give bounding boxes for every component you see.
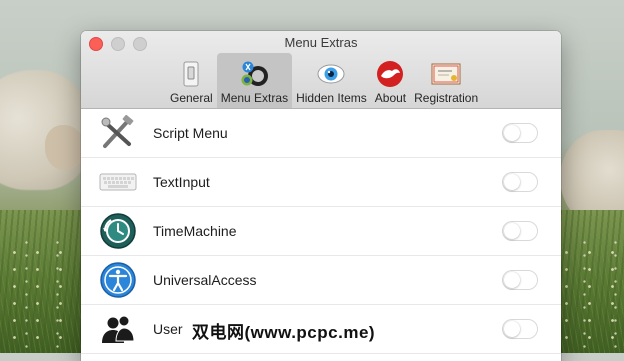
- script-menu-toggle[interactable]: [502, 123, 538, 143]
- hand-logo-icon: [375, 59, 405, 89]
- tab-label: Hidden Items: [296, 91, 367, 105]
- universalaccess-toggle[interactable]: [502, 270, 538, 290]
- tab-label: General: [170, 91, 213, 105]
- toggle-knob: [504, 223, 520, 239]
- tab-label: About: [374, 91, 407, 105]
- textinput-toggle[interactable]: [502, 172, 538, 192]
- preferences-window: Menu Extras General Menu Extras Hidden I…: [81, 31, 561, 361]
- toggle-knob: [504, 321, 520, 337]
- tab-label: Menu Extras: [220, 91, 289, 105]
- switch-icon: [176, 59, 206, 89]
- tab-label: Registration: [414, 91, 479, 105]
- list-item: UniversalAccess: [81, 256, 561, 305]
- license-certificate-icon: [431, 59, 461, 89]
- row-label: TextInput: [153, 174, 210, 190]
- toggle-knob: [504, 272, 520, 288]
- row-label: Script Menu: [153, 125, 228, 141]
- tab-menu-extras[interactable]: Menu Extras: [216, 53, 293, 108]
- toggle-knob: [504, 125, 520, 141]
- background-sheep-head: [45, 125, 85, 170]
- time-machine-icon: [99, 212, 137, 250]
- toggle-knob: [504, 174, 520, 190]
- row-label: User: [153, 321, 183, 337]
- menu-extras-icon: [239, 59, 269, 89]
- window-title: Menu Extras: [284, 35, 358, 50]
- timemachine-toggle[interactable]: [502, 221, 538, 241]
- tab-hidden-items[interactable]: Hidden Items: [292, 53, 371, 108]
- tab-registration[interactable]: Registration: [410, 53, 482, 108]
- accessibility-icon: [99, 261, 137, 299]
- tab-about[interactable]: About: [371, 53, 410, 108]
- window-toolbar: Menu Extras General Menu Extras Hidden I…: [81, 31, 561, 109]
- tab-general[interactable]: General: [166, 53, 217, 108]
- user-toggle[interactable]: [502, 319, 538, 339]
- users-icon: [99, 310, 137, 348]
- keyboard-icon: [99, 163, 137, 201]
- list-item: TextInput: [81, 158, 561, 207]
- list-item: Script Menu: [81, 109, 561, 158]
- script-menu-icon: [99, 114, 137, 152]
- watermark-text: 双电网(www.pcpc.me): [192, 323, 376, 342]
- eye-icon: [316, 59, 346, 89]
- toolbar-tabs: General Menu Extras Hidden Items About R…: [166, 53, 482, 108]
- row-label: UniversalAccess: [153, 272, 257, 288]
- row-label: TimeMachine: [153, 223, 237, 239]
- list-item: TimeMachine: [81, 207, 561, 256]
